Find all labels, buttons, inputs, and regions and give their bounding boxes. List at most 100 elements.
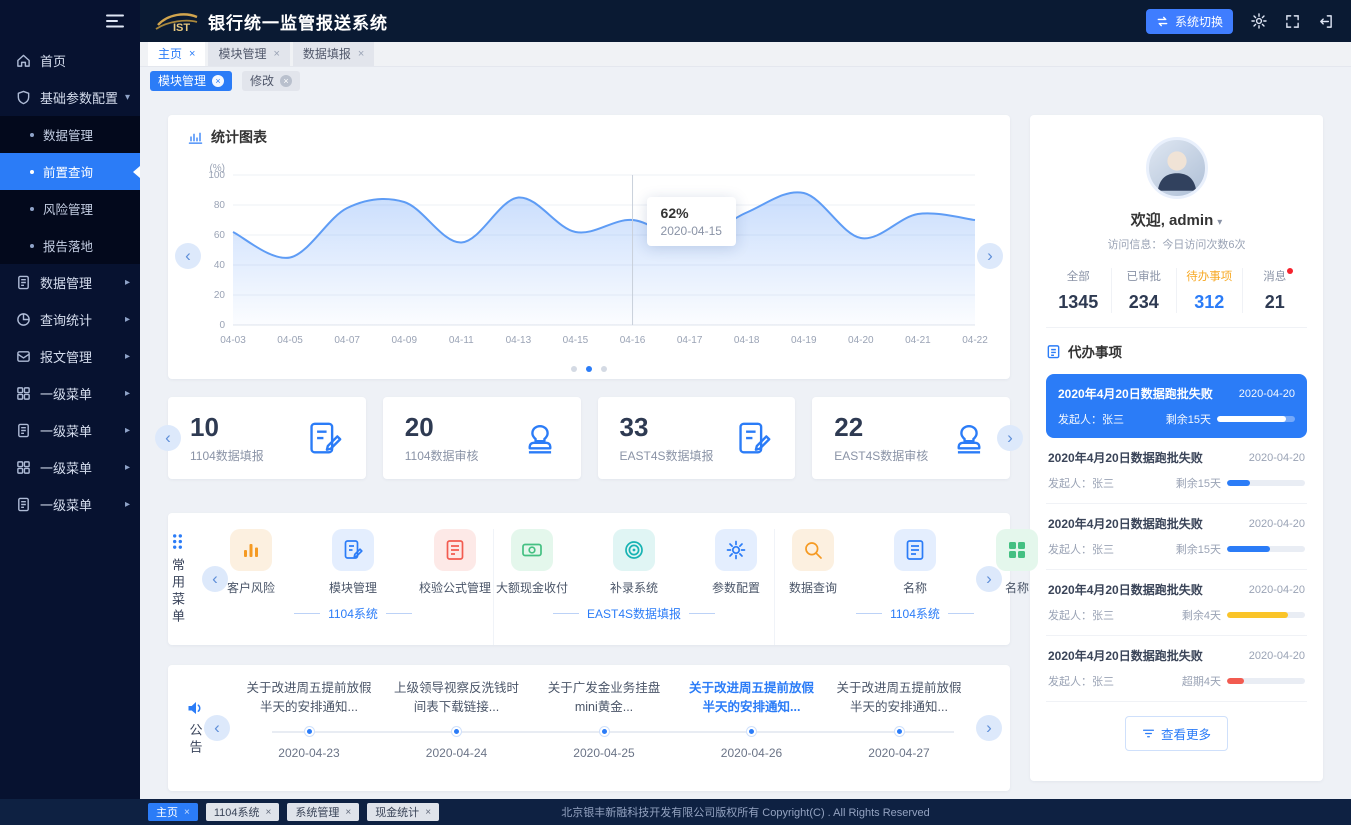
- hamburger-icon: [106, 14, 124, 28]
- chart-plot[interactable]: 100806040200(%)04-0304-0504-0704-0904-11…: [188, 159, 990, 360]
- chart-prev-button[interactable]: ‹: [175, 243, 201, 269]
- bottom-tab-1104[interactable]: 1104系统×: [206, 803, 280, 821]
- tooltip-value: 62%: [661, 205, 722, 221]
- stats-next-button[interactable]: ›: [997, 425, 1023, 451]
- announcement-item[interactable]: 上级领导视察反洗钱时间表下载链接... 2020-04-24: [386, 679, 528, 760]
- formula-doc-icon: [434, 529, 476, 571]
- sidebar-item-level1-menu-4[interactable]: 一级菜单▸: [0, 486, 140, 523]
- sidebar-item-level1-menu-3[interactable]: 一级菜单▸: [0, 449, 140, 486]
- sidebar-subitem-pre-query[interactable]: 前置查询: [0, 153, 140, 190]
- document-icon: [16, 423, 31, 438]
- svg-text:04-13: 04-13: [506, 335, 532, 346]
- menu-next-button[interactable]: ›: [976, 566, 1002, 592]
- chip-modify[interactable]: 修改×: [242, 71, 300, 91]
- announcement-next-button[interactable]: ›: [976, 715, 1002, 741]
- todo-item[interactable]: 2020年4月20日数据跑批失败2020-04-20 发起人：张三剩余4天: [1046, 570, 1307, 636]
- close-icon[interactable]: ×: [425, 807, 431, 818]
- system-switch-button[interactable]: 系统切换: [1146, 9, 1233, 34]
- menu-group-east4s: 大额现金收付 补录系统 参数配置 EAST4S数据填报: [493, 529, 774, 645]
- timeline-dot-icon: [895, 727, 904, 736]
- chevron-right-icon: ▸: [125, 314, 130, 325]
- sidebar-subitem-data-management[interactable]: 数据管理: [0, 116, 140, 153]
- view-more-button[interactable]: 查看更多: [1125, 716, 1228, 751]
- tab-data-filling[interactable]: 数据填报×: [293, 41, 374, 66]
- close-icon[interactable]: ×: [273, 48, 279, 60]
- stat-value: 20: [405, 412, 479, 443]
- home-icon: [16, 53, 31, 68]
- welcome-dropdown[interactable]: 欢迎, admin▾: [1046, 209, 1307, 230]
- stat-card-1104-review[interactable]: 20 1104数据审核: [383, 397, 581, 479]
- stat-all[interactable]: 全部 1345: [1046, 268, 1111, 313]
- stat-pending[interactable]: 待办事项 312: [1176, 268, 1242, 313]
- close-icon[interactable]: ×: [280, 75, 292, 87]
- bullet-icon: [30, 133, 34, 137]
- sidebar-subitem-report-landing[interactable]: 报告落地: [0, 227, 140, 264]
- svg-text:0: 0: [219, 320, 225, 331]
- close-icon[interactable]: ×: [358, 48, 364, 60]
- bottom-tab-home[interactable]: 主页×: [148, 803, 198, 821]
- chip-module-management[interactable]: 模块管理×: [150, 71, 232, 91]
- chart-next-button[interactable]: ›: [977, 243, 1003, 269]
- avatar[interactable]: [1146, 137, 1208, 199]
- menu-group-name: EAST4S数据填报: [553, 605, 715, 622]
- sidebar-item-label: 首页: [40, 51, 66, 70]
- stats-prev-button[interactable]: ‹: [155, 425, 181, 451]
- document-icon: [16, 497, 31, 512]
- stat-label: EAST4S数据填报: [620, 447, 714, 464]
- sidebar-item-level1-menu-1[interactable]: 一级菜单▸: [0, 375, 140, 412]
- pagination-dot[interactable]: [571, 366, 577, 372]
- svg-text:04-11: 04-11: [449, 335, 474, 346]
- chevron-down-icon: ▾: [125, 92, 130, 103]
- menu-item-supplementary-system[interactable]: 补录系统: [596, 529, 672, 596]
- fullscreen-icon[interactable]: [1285, 14, 1300, 29]
- sidebar-item-message-management[interactable]: 报文管理▸: [0, 338, 140, 375]
- close-icon[interactable]: ×: [184, 807, 190, 818]
- announcement-item[interactable]: 关于改进周五提前放假半天的安排通知... 2020-04-23: [238, 679, 380, 760]
- menu-prev-button[interactable]: ‹: [202, 566, 228, 592]
- stat-card-east4s-review[interactable]: 22 EAST4S数据审核: [812, 397, 1010, 479]
- bottom-tab-cash[interactable]: 现金统计×: [367, 803, 439, 821]
- stat-approved[interactable]: 已审批 234: [1111, 268, 1177, 313]
- app-logo: IST: [154, 7, 200, 35]
- menu-item-data-query[interactable]: 数据查询: [775, 529, 851, 596]
- menu-item-large-cash[interactable]: 大额现金收付: [494, 529, 570, 596]
- gear-icon[interactable]: [1251, 13, 1267, 29]
- sidebar: 首页 基础参数配置 ▾ 数据管理 前置查询 风险管理 报告落地 数据管理▸ 查询…: [0, 0, 140, 825]
- todo-item[interactable]: 2020年4月20日数据跑批失败2020-04-20 发起人：张三剩余15天: [1046, 438, 1307, 504]
- pagination-dot-active[interactable]: [586, 366, 592, 372]
- tab-module-management[interactable]: 模块管理×: [208, 41, 289, 66]
- stat-messages[interactable]: 消息 21: [1242, 268, 1308, 313]
- todo-item[interactable]: 2020年4月20日数据跑批失败2020-04-20 发起人：张三超期4天: [1046, 636, 1307, 702]
- sidebar-item-data-management[interactable]: 数据管理▸: [0, 264, 140, 301]
- menu-item-validation-formula[interactable]: 校验公式管理: [417, 529, 493, 596]
- menu-item-module-management[interactable]: 模块管理: [315, 529, 391, 596]
- close-icon[interactable]: ×: [345, 807, 351, 818]
- stat-card-1104-filling[interactable]: 10 1104数据填报: [168, 397, 366, 479]
- sidebar-item-level1-menu-2[interactable]: 一级菜单▸: [0, 412, 140, 449]
- svg-text:04-20: 04-20: [848, 335, 874, 346]
- todo-item-active[interactable]: 2020年4月20日数据跑批失败2020-04-20 发起人：张三剩余15天: [1046, 374, 1307, 438]
- logo-swoosh-icon: IST: [154, 7, 200, 35]
- close-icon[interactable]: ×: [266, 807, 272, 818]
- pagination-dot[interactable]: [601, 366, 607, 372]
- announcement-prev-button[interactable]: ‹: [204, 715, 230, 741]
- sidebar-item-base-config[interactable]: 基础参数配置 ▾: [0, 79, 140, 116]
- stat-card-east4s-filling[interactable]: 33 EAST4S数据填报: [598, 397, 796, 479]
- announcement-item[interactable]: 关于改进周五提前放假半天的安排通知... 2020-04-27: [828, 679, 970, 760]
- todo-item[interactable]: 2020年4月20日数据跑批失败2020-04-20 发起人：张三剩余15天: [1046, 504, 1307, 570]
- sidebar-collapse-button[interactable]: [0, 0, 140, 42]
- announcement-item-active[interactable]: 关于改进周五提前放假半天的安排通知... 2020-04-26: [681, 679, 823, 760]
- tab-home[interactable]: 主页×: [148, 41, 205, 66]
- sidebar-item-query-statistics[interactable]: 查询统计▸: [0, 301, 140, 338]
- quick-menu-card: 常用菜单 ‹ 客户风险 模块管理: [168, 513, 1010, 645]
- sidebar-subitem-risk-management[interactable]: 风险管理: [0, 190, 140, 227]
- close-icon[interactable]: ×: [212, 75, 224, 87]
- logout-icon[interactable]: [1318, 14, 1333, 29]
- menu-group-1104: 客户风险 模块管理 校验公式管理 1104系统: [213, 529, 493, 645]
- bottom-tab-system[interactable]: 系统管理×: [287, 803, 359, 821]
- announcement-item[interactable]: 关于广发金业务挂盘mini黄金... 2020-04-25: [533, 679, 675, 760]
- sidebar-item-home[interactable]: 首页: [0, 42, 140, 79]
- close-icon[interactable]: ×: [189, 48, 195, 60]
- menu-item-parameter-config[interactable]: 参数配置: [698, 529, 774, 596]
- menu-item-name-1[interactable]: 名称: [877, 529, 953, 596]
